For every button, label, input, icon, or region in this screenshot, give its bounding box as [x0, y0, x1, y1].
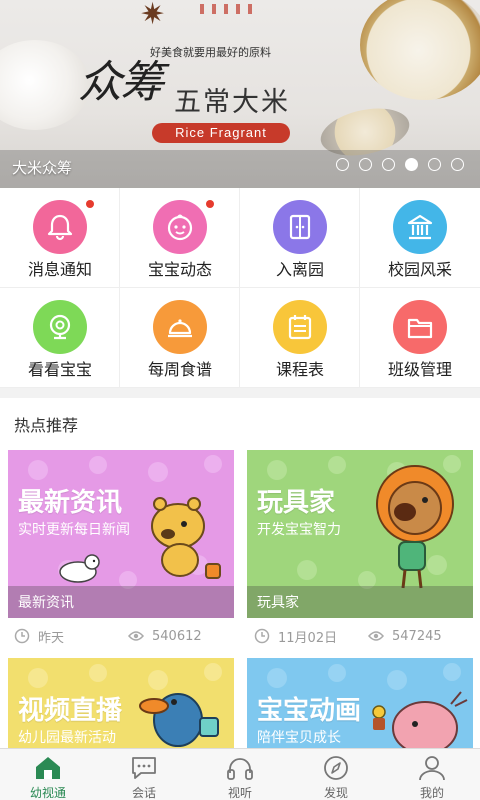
- grid-item-label: 班级管理: [387, 360, 452, 379]
- dog-mascot-icon: [59, 554, 100, 583]
- grid-item-weekly-menu[interactable]: 每周食谱: [120, 288, 240, 388]
- card-title: 最新资讯: [18, 488, 123, 518]
- card-subtitle: 陪伴宝贝成长: [257, 730, 341, 746]
- tab-profile[interactable]: 我的: [384, 749, 480, 800]
- grid-item-class-management[interactable]: 班级管理: [360, 288, 480, 388]
- grid-item-label: 宝宝动态: [147, 260, 212, 279]
- banner-carousel[interactable]: ✷ 好美食就要用最好的原料 众筹 五常大米 Rice Fragrant 大米众筹: [0, 0, 480, 188]
- grid-item-label: 校园风采: [387, 260, 452, 279]
- unread-badge: [206, 200, 214, 208]
- tab-label: 视听: [227, 786, 252, 800]
- food-cover-icon: [153, 300, 207, 354]
- rice-bowl-image: [360, 0, 480, 100]
- card-caption-strip: 玩具家: [247, 586, 473, 618]
- chat-icon: [132, 757, 156, 779]
- carousel-dot[interactable]: [451, 158, 464, 171]
- card-date-text: 昨天: [38, 630, 65, 646]
- rice-pile-image: [0, 40, 90, 130]
- clock-icon: [14, 628, 30, 644]
- building-icon: [393, 200, 447, 254]
- lion-mascot-icon: [376, 465, 454, 589]
- banner-pill: Rice Fragrant: [152, 123, 290, 143]
- home-icon: [36, 757, 60, 779]
- carousel-dot[interactable]: [428, 158, 441, 171]
- card-views-text: 547245: [392, 628, 442, 644]
- bottom-tab-bar: 幼视通 会话 视听 发现 我的: [0, 748, 480, 800]
- card-date: 11月02日: [254, 627, 338, 646]
- tab-media[interactable]: 视听: [192, 749, 288, 800]
- recommend-card-news[interactable]: 最新资讯 实时更新每日新闻 最新资讯: [8, 450, 234, 618]
- tab-label: 会话: [131, 786, 156, 800]
- grid-item-notifications[interactable]: 消息通知: [0, 188, 120, 288]
- carousel-dot[interactable]: [336, 158, 349, 171]
- grid-item-label: 消息通知: [27, 260, 92, 279]
- bear-mascot-icon: [151, 497, 221, 579]
- carousel-indicators: [336, 158, 464, 171]
- tab-label: 幼视通: [29, 786, 66, 800]
- headphones-icon: [227, 758, 253, 780]
- eye-icon: [128, 631, 144, 641]
- card-subtitle: 实时更新每日新闻: [18, 522, 130, 538]
- card-subtitle: 幼儿园最新活动: [18, 730, 116, 746]
- schedule-icon: [273, 300, 327, 354]
- tab-home[interactable]: 幼视通: [0, 749, 96, 800]
- carousel-dot[interactable]: [382, 158, 395, 171]
- tab-discover[interactable]: 发现: [288, 749, 384, 800]
- card-caption-strip: 最新资讯: [8, 586, 234, 618]
- card-title: 宝宝动画: [257, 696, 362, 726]
- grid-item-watch-baby[interactable]: 看看宝宝: [0, 288, 120, 388]
- clock-icon: [254, 628, 270, 644]
- banner-subtitle: 五常大米: [174, 87, 290, 118]
- card-views: 540612: [128, 627, 202, 645]
- grid-item-campus[interactable]: 校园风采: [360, 188, 480, 288]
- tab-label: 我的: [419, 786, 444, 800]
- banner-tagline: 好美食就要用最好的原料: [150, 46, 271, 59]
- star-anise-image: ✷: [140, 0, 166, 32]
- user-icon: [419, 756, 445, 781]
- card-date-text: 11月02日: [278, 630, 338, 646]
- grid-item-baby-updates[interactable]: 宝宝动态: [120, 188, 240, 288]
- banner-title: 众筹: [78, 57, 164, 108]
- banner-caption: 大米众筹: [12, 159, 73, 177]
- card-views-text: 540612: [152, 628, 202, 644]
- grid-item-label: 入离园: [275, 260, 324, 279]
- door-icon: [273, 200, 327, 254]
- chili-decoration: [200, 4, 260, 14]
- tab-label: 发现: [323, 786, 348, 800]
- grid-item-label: 每周食谱: [147, 360, 212, 379]
- grid-item-schedule[interactable]: 课程表: [240, 288, 360, 388]
- grid-item-label: 看看宝宝: [27, 360, 92, 379]
- bell-icon: [33, 200, 87, 254]
- camera-icon: [33, 300, 87, 354]
- folder-icon: [393, 300, 447, 354]
- tab-chat[interactable]: 会话: [96, 749, 192, 800]
- carousel-dot-active[interactable]: [405, 158, 418, 171]
- card-title: 玩具家: [257, 488, 336, 518]
- card-caption: 最新资讯: [18, 595, 74, 611]
- card-views: 547245: [368, 627, 442, 645]
- card-title: 视频直播: [18, 696, 123, 726]
- feature-grid: 消息通知 宝宝动态 入离园 校园风采 看看宝宝 每周食谱 课程表 班级管理: [0, 188, 480, 388]
- recommend-card-toys[interactable]: 玩具家 开发宝宝智力 玩具家: [247, 450, 473, 618]
- grid-item-label: 课程表: [275, 360, 324, 379]
- card-subtitle: 开发宝宝智力: [257, 522, 341, 538]
- card-date: 昨天: [14, 627, 65, 646]
- carousel-dot[interactable]: [359, 158, 372, 171]
- card-caption: 玩具家: [257, 595, 299, 611]
- eye-icon: [368, 631, 384, 641]
- section-title: 热点推荐: [14, 416, 79, 435]
- unread-badge: [86, 200, 94, 208]
- deer-mascot-icon: [372, 691, 468, 754]
- compass-icon: [324, 756, 348, 780]
- grid-item-check-in-out[interactable]: 入离园: [240, 188, 360, 288]
- app-screen: ✷ 好美食就要用最好的原料 众筹 五常大米 Rice Fragrant 大米众筹…: [0, 0, 480, 800]
- baby-face-icon: [153, 200, 207, 254]
